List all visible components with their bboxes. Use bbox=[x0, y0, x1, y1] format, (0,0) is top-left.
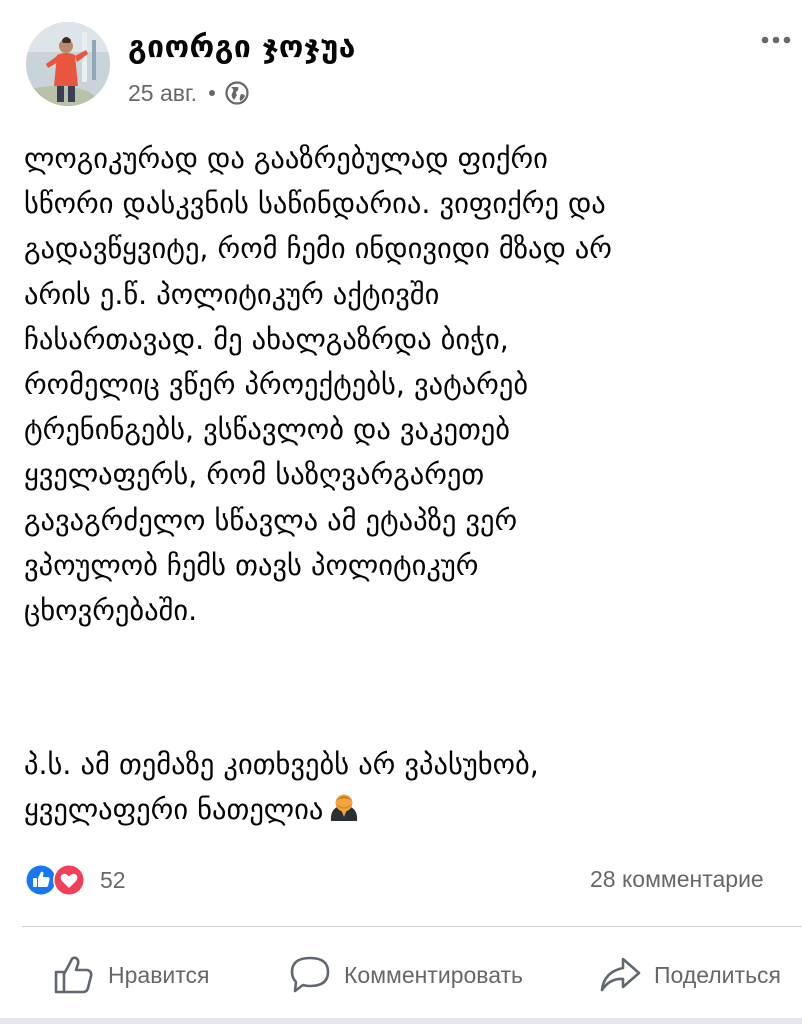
post-postscript: პ.ს. ამ თემაზე კითხვებს არ ვპასუხობ, ყვე… bbox=[24, 742, 802, 832]
post-line: ყველაფერს, რომ საზღვარგარეთ bbox=[24, 458, 485, 492]
feed-separator bbox=[0, 1018, 802, 1024]
author-name[interactable]: გიორგი ჯოჯუა bbox=[128, 30, 356, 65]
share-button[interactable]: Поделиться bbox=[598, 950, 781, 1000]
like-button[interactable]: Нравится bbox=[52, 950, 210, 1000]
post-line: რომელიც ვწერ პროექტებს, ვატარებ bbox=[24, 367, 529, 401]
reactions-summary[interactable]: 52 bbox=[24, 862, 126, 898]
globe-icon[interactable] bbox=[225, 81, 249, 105]
post-header: გიორგი ჯოჯუა 25 авг. bbox=[0, 0, 802, 120]
post-line: ლოგიკურად და გააზრებულად ფიქრი bbox=[24, 142, 548, 175]
post-body: ლოგიკურად და გააზრებულად ფიქრი სწორი დას… bbox=[24, 136, 802, 633]
divider bbox=[22, 926, 802, 927]
comment-button[interactable]: Комментировать bbox=[288, 950, 523, 1000]
post-line: გავაგრძელო სწავლა ამ ეტაპზე ვერ bbox=[24, 503, 518, 537]
comment-label: Комментировать bbox=[344, 961, 524, 988]
avatar-photo bbox=[26, 22, 110, 106]
ps-line: ყველაფერი ნათელია bbox=[24, 793, 324, 827]
share-label: Поделиться bbox=[654, 961, 782, 988]
post-line: ჩასართავად. მე ახალგაზრდა ბიჭი, bbox=[24, 322, 509, 356]
post-date[interactable]: 25 авг. bbox=[128, 80, 197, 107]
post-line: ტრენინგებს, ვსწავლობ და ვაკეთებ bbox=[24, 413, 511, 447]
separator-dot bbox=[208, 90, 215, 96]
post-line: გადავწყვიტე, რომ ჩემი ინდივიდი მზად არ bbox=[24, 232, 612, 266]
ps-line-with-emoji: ყველაფერი ნათელია bbox=[24, 787, 802, 832]
love-reaction-icon bbox=[53, 864, 85, 896]
reaction-icons bbox=[24, 862, 96, 898]
comments-count[interactable]: 28 комментарие bbox=[590, 866, 764, 893]
post-line: ცხოვრებაში. bbox=[24, 593, 198, 627]
like-label: Нравится bbox=[108, 961, 210, 988]
more-options-icon[interactable] bbox=[756, 30, 796, 50]
share-arrow-icon bbox=[600, 957, 641, 992]
ps-line: პ.ს. ამ თემაზე კითხვებს არ ვპასუხობ, bbox=[24, 748, 539, 781]
thumbs-up-icon bbox=[54, 956, 93, 994]
avatar[interactable] bbox=[26, 22, 110, 106]
post-line: არის ე.წ. პოლიტიკურ აქტივში bbox=[24, 277, 440, 311]
reaction-count[interactable]: 52 bbox=[100, 867, 126, 894]
post-meta: 25 авг. bbox=[128, 78, 249, 108]
comment-bubble-icon bbox=[290, 956, 330, 993]
person-bowing-emoji bbox=[331, 794, 358, 822]
post-line: სწორი დასკვნის საწინდარია. ვიფიქრე და bbox=[24, 187, 606, 221]
post-line: ვპოულობ ჩემს თავს პოლიტიკურ bbox=[24, 548, 479, 582]
